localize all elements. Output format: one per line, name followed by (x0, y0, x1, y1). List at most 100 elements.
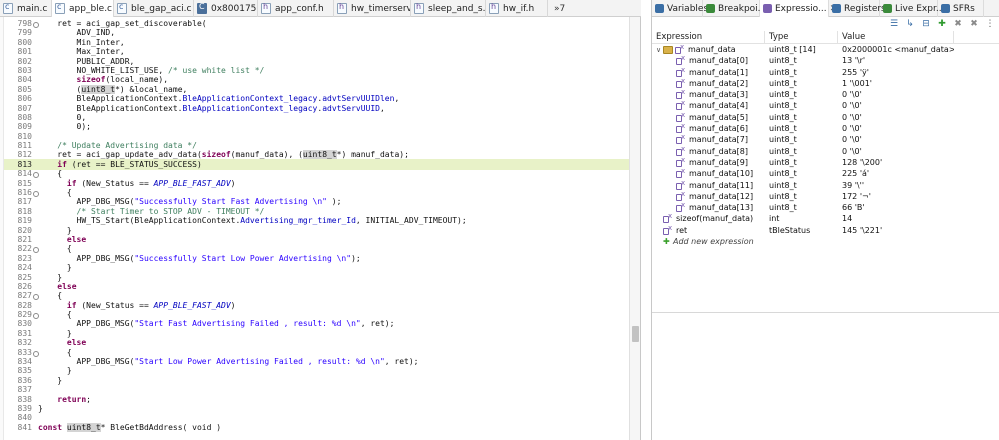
code-area[interactable]: 798 ret = aci_gap_set_discoverable(799 A… (4, 17, 629, 440)
value-cell[interactable]: 13 '\r' (842, 55, 954, 66)
view-tab[interactable]: Variables (652, 0, 708, 17)
view-tab[interactable]: SFRs (938, 0, 984, 17)
expression-name: manuf_data[13] (689, 203, 754, 213)
type-cell: uint8_t (769, 124, 797, 134)
expressions-table: ∨manuf_datauint8_t [14]0x2000001c <manuf… (652, 44, 999, 247)
editor-tab[interactable]: main.c (0, 0, 52, 17)
add-new-expression-label: Add new expression (673, 237, 754, 247)
editor-tab[interactable]: 0x8001750 (194, 0, 258, 17)
expression-row[interactable]: manuf_data[5] uint8_t 0 '\0' (652, 112, 999, 123)
value-cell[interactable]: 0x2000001c <manuf_data> (842, 44, 954, 55)
value-cell[interactable]: 172 '¬' (842, 191, 954, 202)
expression-row[interactable]: manuf_data[11] uint8_t 39 '\'' (652, 180, 999, 191)
expression-row[interactable]: manuf_data[4] uint8_t 0 '\0' (652, 100, 999, 111)
code-line[interactable]: 841 const uint8_t* BleGetBdAddress( void … (4, 422, 629, 433)
live-expressions-icon (883, 4, 892, 13)
expression-row[interactable]: manuf_data[10] uint8_t 225 'á' (652, 168, 999, 179)
value-cell[interactable]: 0 '\0' (842, 100, 954, 111)
type-cell: uint8_t (769, 67, 797, 77)
expression-name: manuf_data[3] (689, 90, 749, 100)
view-tab[interactable]: Registers (829, 0, 886, 17)
remove-expression-icon[interactable]: ✖ (952, 19, 964, 30)
expression-row[interactable]: ret tBleStatus 145 '\221' (652, 225, 999, 236)
expression-row[interactable]: manuf_data[0] uint8_t 13 '\r' (652, 55, 999, 66)
value-cell[interactable]: 14 (842, 213, 954, 224)
expression-cell: ✚ Add new expression (656, 236, 765, 247)
editor-tab[interactable]: hw_timerserv... (334, 0, 411, 17)
expression-cell: manuf_data[10] (656, 168, 765, 179)
code-editor[interactable]: main.c app_ble.c ble_gap_aci.c 0x8001750 app… (0, 0, 641, 440)
expression-row[interactable]: ∨manuf_datauint8_t [14]0x2000001c <manuf… (652, 44, 999, 55)
view-tab[interactable]: Live Expr... (880, 0, 944, 17)
expression-row[interactable]: manuf_data[2] uint8_t 1 '\001' (652, 78, 999, 89)
value-cell[interactable]: 0 '\0' (842, 134, 954, 145)
expression-row[interactable]: manuf_data[1] uint8_t 255 'ÿ' (652, 67, 999, 78)
view-tab[interactable]: Breakpoi... (703, 0, 766, 17)
expression-row[interactable]: manuf_data[3] uint8_t 0 '\0' (652, 89, 999, 100)
expression-name: ret (676, 225, 688, 235)
value-cell[interactable]: 39 '\'' (842, 180, 954, 191)
add-new-expression-row[interactable]: ✚ Add new expression (652, 236, 999, 247)
type-cell: uint8_t (769, 157, 797, 167)
show-logical-structure-icon[interactable]: ↳ (904, 19, 916, 30)
editor-tab-bar: main.c app_ble.c ble_gap_aci.c 0x8001750 app… (0, 0, 641, 17)
c-file-icon (3, 2, 13, 14)
code-text: const uint8_t* BleGetBdAddress( void ) (38, 422, 222, 432)
expression-row[interactable]: manuf_data[8] uint8_t 0 '\0' (652, 146, 999, 157)
value-cell[interactable]: 0 '\0' (842, 123, 954, 134)
view-tab-label: Variables (667, 3, 709, 14)
collapse-all-icon[interactable]: ⊟ (920, 19, 932, 30)
add-icon: ✚ (663, 237, 670, 247)
expression-row[interactable]: manuf_data[12] uint8_t 172 '¬' (652, 191, 999, 202)
expressions-view: Variables Breakpoi...Expressio...✕Registe… (651, 0, 999, 440)
editor-tab-label: main.c (17, 3, 48, 14)
editor-tab[interactable]: hw_if.h (486, 0, 548, 17)
value-cell[interactable]: 0 '\0' (842, 146, 954, 157)
value-cell[interactable]: 128 '\200' (842, 157, 954, 168)
add-expression-icon[interactable]: ✚ (936, 19, 948, 30)
expression-row[interactable]: sizeof(manuf_data) int 14 (652, 213, 999, 224)
view-menu-icon[interactable]: ⋮ (984, 19, 996, 30)
editor-tab-label: app_conf.h (275, 3, 324, 14)
disassembly-icon (197, 2, 207, 14)
scrollbar-thumb[interactable] (632, 326, 639, 342)
remove-all-icon[interactable]: ✖ (968, 19, 980, 30)
column-header-type[interactable]: Type (765, 31, 838, 44)
editor-tab[interactable]: sleep_and_s... (411, 0, 486, 17)
editor-tab[interactable]: ble_gap_aci.c (114, 0, 194, 17)
column-header-value[interactable]: Value (838, 31, 954, 44)
h-file-icon (337, 2, 347, 14)
editor-tab[interactable]: app_ble.c (52, 0, 114, 17)
expression-cell: manuf_data[1] (656, 67, 765, 78)
value-cell[interactable]: 66 'B' (842, 202, 954, 213)
expression-cell: manuf_data[11] (656, 180, 765, 191)
value-cell[interactable]: 1 '\001' (842, 78, 954, 89)
value-cell[interactable]: 0 '\0' (842, 89, 954, 100)
expression-cell: manuf_data[8] (656, 146, 765, 157)
expression-icon (676, 191, 687, 201)
expression-name: manuf_data[2] (689, 78, 749, 88)
tab-overflow-button[interactable]: »7 (548, 0, 571, 17)
editor-tab-label: 0x8001750 (211, 3, 258, 14)
show-type-names-icon[interactable]: ☰ (888, 19, 900, 30)
value-cell[interactable]: 255 'ÿ' (842, 67, 954, 78)
view-tab[interactable]: Expressio...✕ (760, 0, 837, 17)
sfrs-icon (941, 4, 950, 13)
expression-icon (676, 55, 687, 66)
view-tab-label: SFRs (953, 3, 975, 14)
expression-detail-pane[interactable] (652, 313, 999, 440)
value-cell[interactable]: 0 '\0' (842, 112, 954, 123)
expression-name: manuf_data[7] (689, 135, 749, 145)
value-cell[interactable]: 225 'á' (842, 168, 954, 179)
value-cell[interactable]: 145 '\221' (842, 225, 954, 236)
type-cell: uint8_t (769, 78, 797, 88)
expression-row[interactable]: manuf_data[9] uint8_t 128 '\200' (652, 157, 999, 168)
expression-row[interactable]: manuf_data[7] uint8_t 0 '\0' (652, 134, 999, 145)
editor-tab[interactable]: app_conf.h (258, 0, 334, 17)
expression-row[interactable]: manuf_data[6] uint8_t 0 '\0' (652, 123, 999, 134)
expression-name: manuf_data[1] (689, 67, 749, 77)
expression-row[interactable]: manuf_data[13] uint8_t 66 'B' (652, 202, 999, 213)
h-file-icon (414, 2, 424, 14)
column-header-expression[interactable]: Expression (652, 31, 765, 44)
editor-vertical-scrollbar[interactable] (629, 17, 640, 440)
